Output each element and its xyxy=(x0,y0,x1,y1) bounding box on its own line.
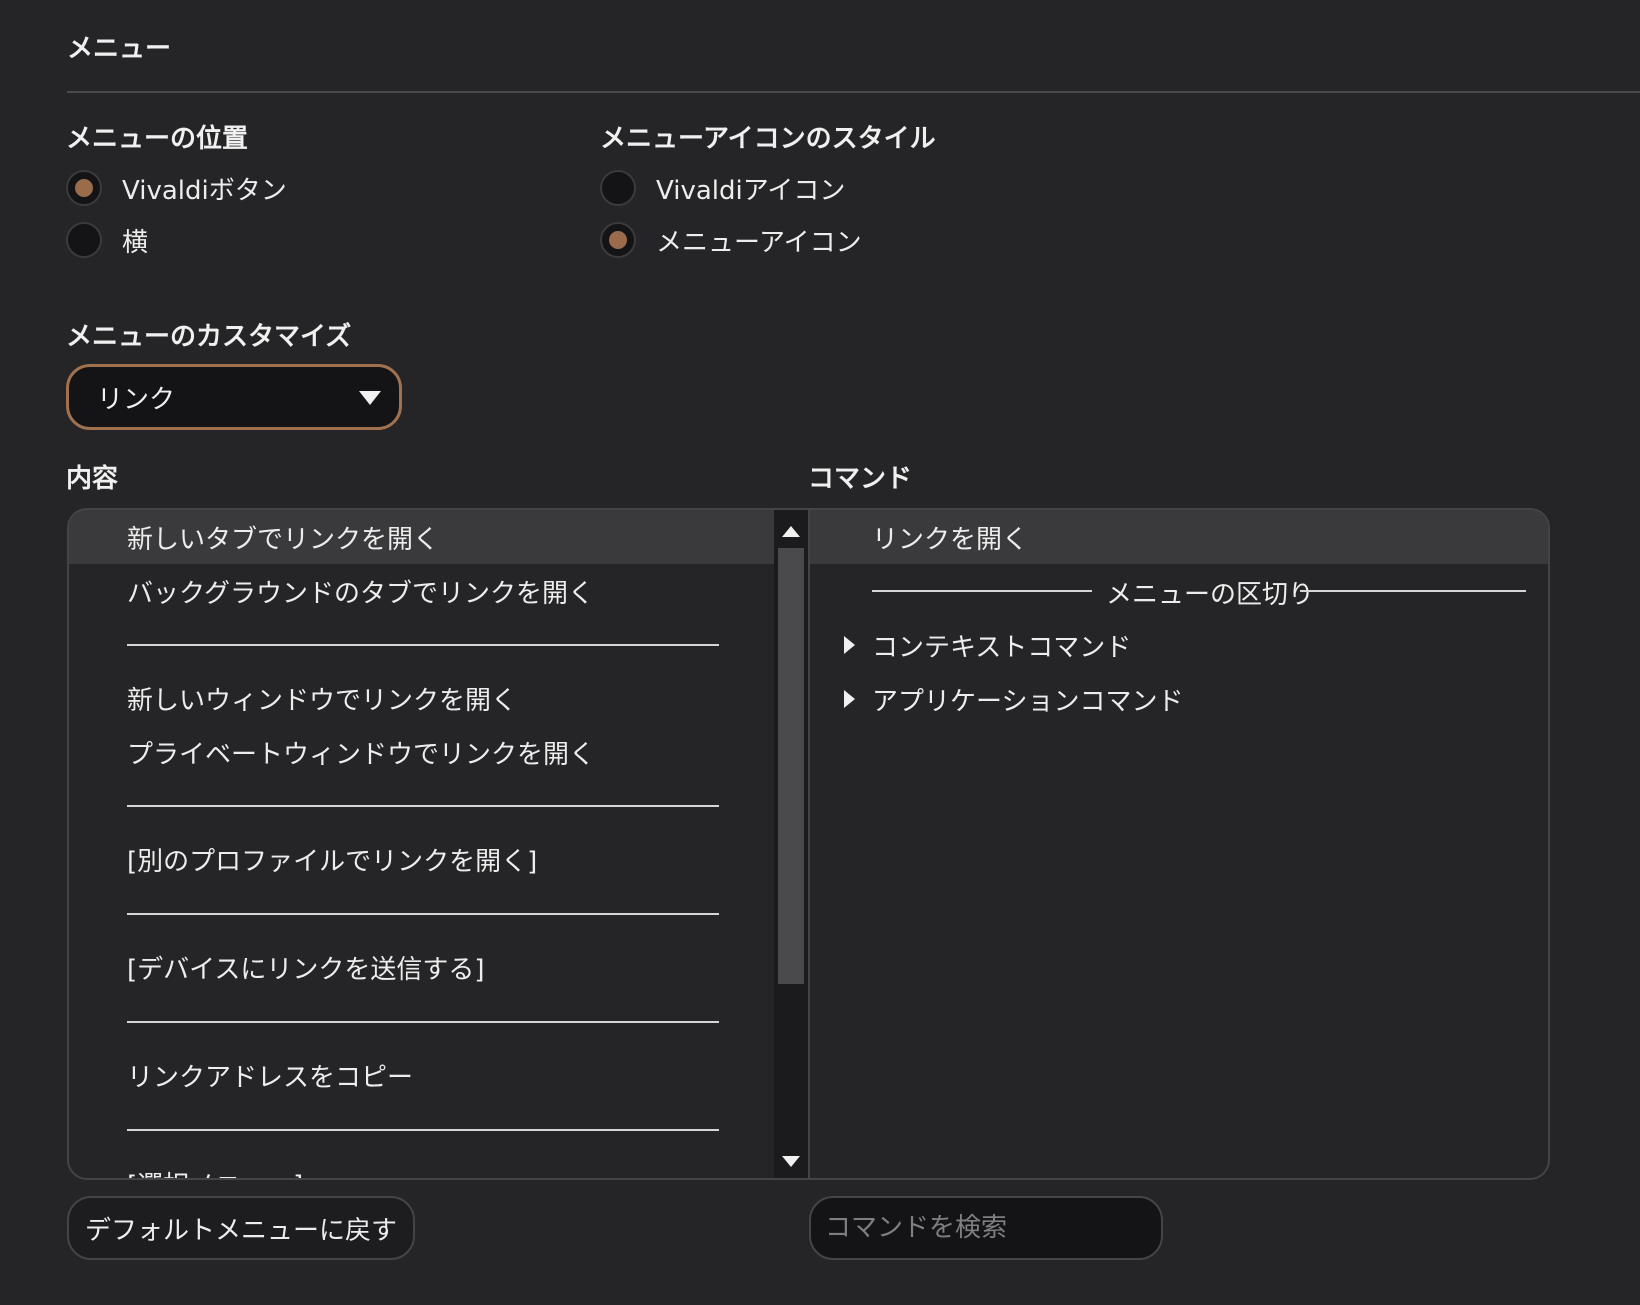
list-item-label: 新しいウィンドウでリンクを開く xyxy=(127,685,518,716)
section-title: メニュー xyxy=(67,34,172,64)
menu-editor-panel: 新しいタブでリンクを開く バックグラウンドのタブでリンクを開く 新しいウィンドウ… xyxy=(67,508,1550,1180)
menu-separator[interactable] xyxy=(127,1129,719,1131)
list-item-label: [別のプロファイルでリンクを開く] xyxy=(127,846,538,877)
radio-label: 横 xyxy=(122,227,149,258)
radio-label: Vivaldiボタン xyxy=(122,175,287,206)
menu-separator[interactable] xyxy=(127,805,719,807)
list-item[interactable]: リンクアドレスをコピー xyxy=(69,1048,774,1102)
scroll-up-arrow-icon[interactable] xyxy=(782,526,800,537)
scroll-down-arrow-icon[interactable] xyxy=(782,1156,800,1167)
radio-horizontal[interactable]: 横 xyxy=(66,220,148,260)
separator-line xyxy=(1300,590,1526,592)
menu-separator[interactable] xyxy=(127,1021,719,1023)
radio-vivaldi-icon[interactable]: Vivaldiアイコン xyxy=(600,168,845,208)
reset-default-menu-button[interactable]: デフォルトメニューに戻す xyxy=(67,1196,415,1260)
command-folder-context[interactable]: コンテキストコマンド xyxy=(810,618,1548,672)
commands-heading: コマンド xyxy=(808,464,913,494)
radio-vivaldi-button[interactable]: Vivaldiボタン xyxy=(66,168,287,208)
command-item-separator[interactable]: メニューの区切り xyxy=(810,564,1548,618)
command-item-label: アプリケーションコマンド xyxy=(872,686,1184,717)
list-item[interactable]: バックグラウンドのタブでリンクを開く xyxy=(69,564,774,618)
list-item[interactable]: [選択メニュー] xyxy=(69,1156,774,1179)
radio-indicator[interactable] xyxy=(66,222,102,258)
list-item-label: バックグラウンドのタブでリンクを開く xyxy=(127,578,594,609)
radio-indicator-checked[interactable] xyxy=(600,222,636,258)
customize-heading: メニューのカスタマイズ xyxy=(66,322,352,352)
command-item-label: メニューの区切り xyxy=(1106,580,1315,610)
menu-select-dropdown[interactable]: リンク xyxy=(66,364,402,430)
command-list[interactable]: リンクを開く メニューの区切り コンテキストコマンド アプリケーションコマンド xyxy=(808,510,1548,1178)
list-item-label: [選択メニュー] xyxy=(127,1165,303,1179)
radio-label: メニューアイコン xyxy=(656,227,862,258)
menu-separator[interactable] xyxy=(127,644,719,646)
chevron-down-icon xyxy=(359,391,381,405)
settings-page: メニュー メニューの位置 Vivaldiボタン 横 メニューアイコンのスタイル … xyxy=(0,0,1640,1305)
radio-indicator-checked[interactable] xyxy=(66,170,102,206)
command-item-label: リンクを開く xyxy=(872,524,1029,555)
list-item-label: 新しいタブでリンクを開く xyxy=(127,524,440,555)
list-item-label: プライベートウィンドウでリンクを開く xyxy=(127,739,596,770)
command-folder-application[interactable]: アプリケーションコマンド xyxy=(810,672,1548,726)
command-search-input[interactable] xyxy=(809,1196,1163,1260)
list-item[interactable]: [別のプロファイルでリンクを開く] xyxy=(69,832,774,886)
expand-triangle-icon[interactable] xyxy=(844,690,855,708)
list-item-label: [デバイスにリンクを送信する] xyxy=(127,954,485,985)
menu-position-heading: メニューの位置 xyxy=(66,124,249,154)
radio-menu-icon[interactable]: メニューアイコン xyxy=(600,220,862,260)
expand-triangle-icon[interactable] xyxy=(844,636,855,654)
select-value: リンク xyxy=(97,384,176,415)
radio-indicator[interactable] xyxy=(600,170,636,206)
content-list[interactable]: 新しいタブでリンクを開く バックグラウンドのタブでリンクを開く 新しいウィンドウ… xyxy=(69,510,774,1178)
list-item-selected[interactable]: 新しいタブでリンクを開く xyxy=(69,510,774,564)
list-item[interactable]: プライベートウィンドウでリンクを開く xyxy=(69,725,774,779)
menu-icon-style-heading: メニューアイコンのスタイル xyxy=(600,124,936,154)
menu-separator[interactable] xyxy=(127,913,719,915)
command-item-label: コンテキストコマンド xyxy=(872,632,1132,663)
list-item-label: リンクアドレスをコピー xyxy=(127,1062,414,1093)
section-divider xyxy=(67,91,1640,93)
command-item-open-link[interactable]: リンクを開く xyxy=(810,510,1548,564)
list-item[interactable]: 新しいウィンドウでリンクを開く xyxy=(69,671,774,725)
list-item[interactable]: [デバイスにリンクを送信する] xyxy=(69,940,774,994)
radio-label: Vivaldiアイコン xyxy=(656,175,846,206)
content-heading: 内容 xyxy=(66,464,119,494)
content-list-scrollbar[interactable] xyxy=(774,510,808,1178)
separator-line xyxy=(872,590,1092,592)
scroll-thumb[interactable] xyxy=(778,548,804,984)
